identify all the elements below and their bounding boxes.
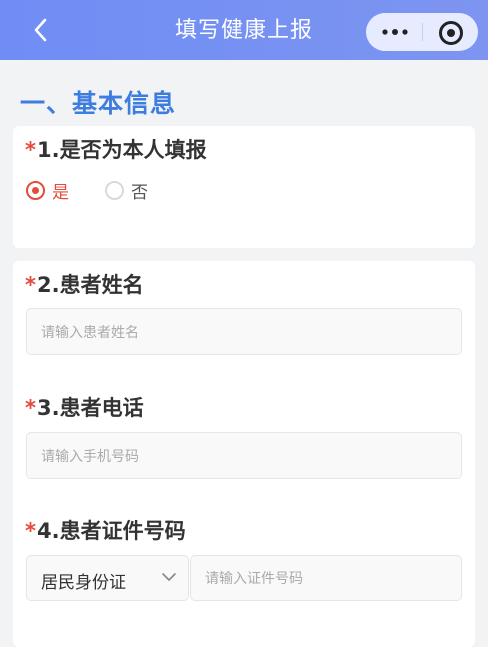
question-label-1: *1.是否为本人填报: [25, 134, 207, 164]
radio-option-yes[interactable]: 是: [26, 178, 69, 203]
target-close-icon: [439, 21, 463, 45]
required-star: *: [25, 273, 36, 297]
chevron-down-icon: [162, 573, 176, 581]
question-text: 3.患者电话: [36, 396, 144, 420]
patient-phone-input[interactable]: 请输入手机号码: [26, 432, 462, 479]
required-star: *: [25, 396, 36, 420]
required-star: *: [25, 138, 36, 162]
question-text: 2.患者姓名: [36, 273, 144, 297]
more-dots-icon: [382, 29, 408, 35]
patient-phone-placeholder: 请输入手机号码: [41, 448, 139, 465]
patient-name-placeholder: 请输入患者姓名: [41, 324, 139, 341]
question-label-3: *3.患者电话: [25, 392, 144, 422]
question-text: 4.患者证件号码: [36, 519, 186, 543]
close-button[interactable]: [423, 13, 478, 51]
radio-option-no[interactable]: 否: [105, 178, 148, 203]
question-label-2: *2.患者姓名: [25, 269, 144, 299]
id-type-value: 居民身份证: [41, 573, 126, 593]
more-button[interactable]: [366, 13, 422, 51]
section-title: 一、基本信息: [20, 89, 177, 118]
required-star: *: [25, 519, 36, 543]
id-type-select[interactable]: 居民身份证: [26, 555, 189, 601]
patient-name-input[interactable]: 请输入患者姓名: [26, 308, 462, 355]
id-number-placeholder: 请输入证件号码: [205, 571, 303, 587]
radio-checked-icon: [26, 180, 45, 200]
radio-label-yes: 是: [52, 182, 69, 203]
question-label-4: *4.患者证件号码: [25, 515, 186, 545]
id-number-input[interactable]: 请输入证件号码: [190, 555, 462, 601]
radio-unchecked-icon: [105, 180, 124, 200]
radio-label-no: 否: [131, 182, 148, 203]
navigation-bar: 填写健康上报: [0, 0, 488, 60]
question-text: 1.是否为本人填报: [36, 138, 207, 162]
mini-program-capsule: [366, 13, 478, 51]
